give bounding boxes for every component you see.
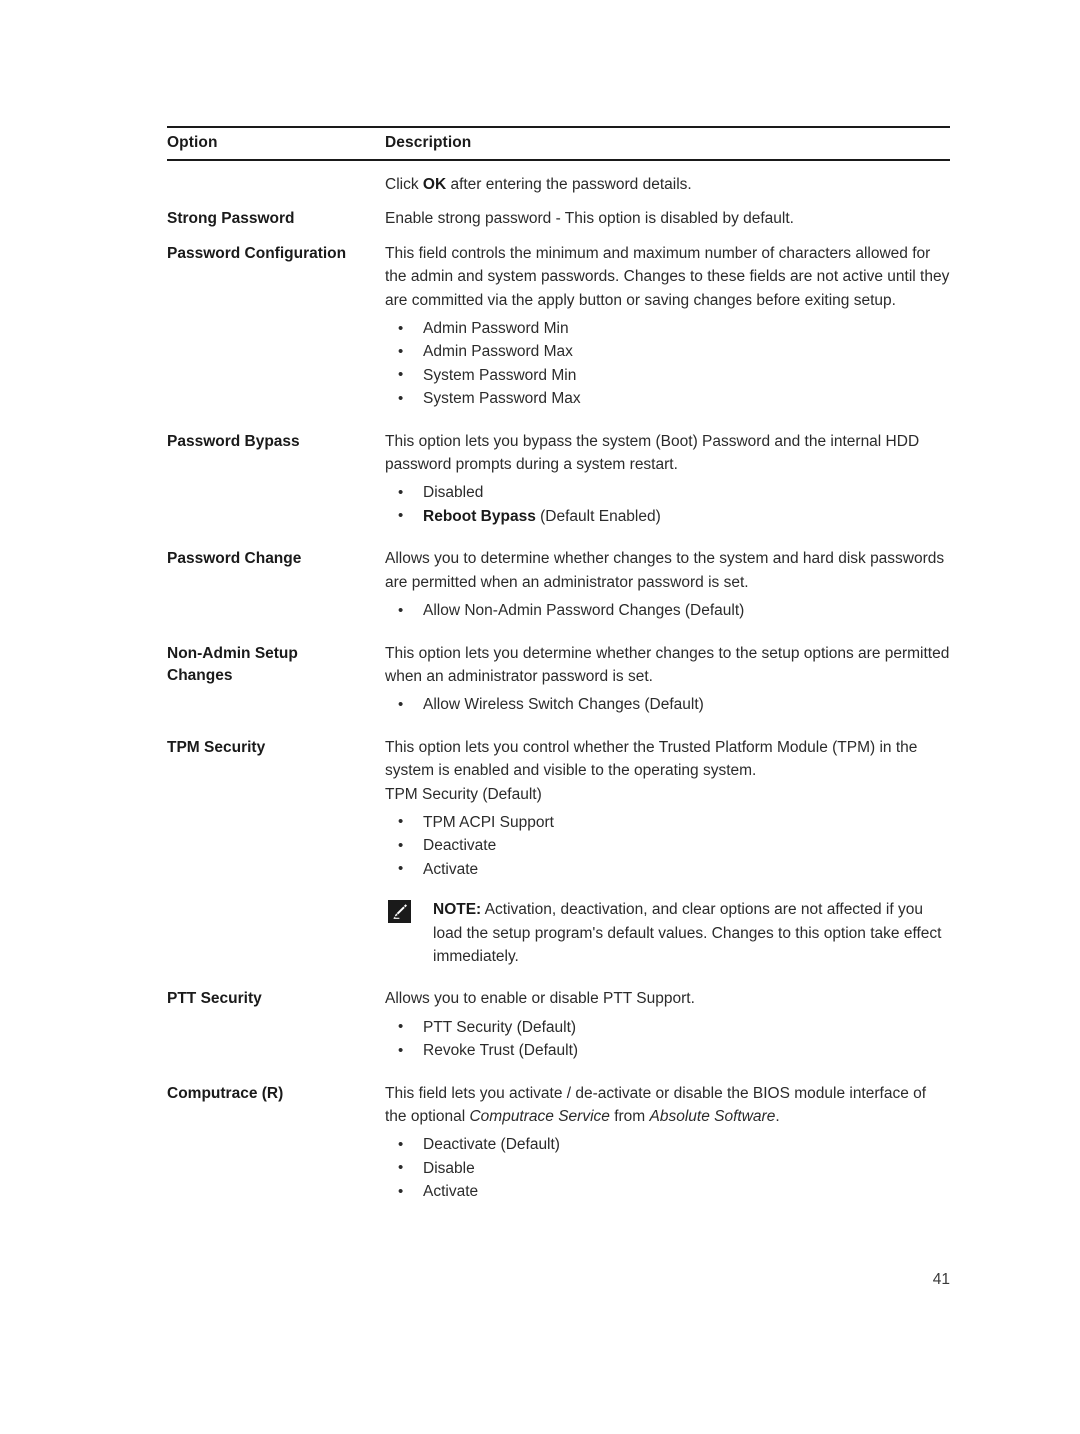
- list-item: Activate: [385, 1180, 950, 1204]
- bullet-list: Disabled Reboot Bypass (Default Enabled): [385, 481, 950, 528]
- document-page: Option Description Click OK after enteri…: [0, 0, 1080, 1434]
- table-row: Computrace (R) This field lets you activ…: [167, 1082, 950, 1204]
- options-table: Option Description Click OK after enteri…: [167, 126, 950, 1204]
- table-row: Password Configuration This field contro…: [167, 242, 950, 411]
- description-part-3: .: [775, 1108, 780, 1125]
- row-option-label: Non-Admin Setup Changes: [167, 642, 385, 687]
- page-number: 41: [932, 1271, 950, 1288]
- note-pencil-icon: [388, 900, 411, 924]
- description-paragraph: This option lets you bypass the system (…: [385, 432, 920, 474]
- description-part-2: from: [609, 1108, 650, 1125]
- list-item: System Password Max: [385, 387, 950, 411]
- row-option-label: TPM Security: [167, 738, 266, 756]
- row-option-label: PTT Security: [167, 990, 262, 1008]
- bullet-list: Admin Password Min Admin Password Max Sy…: [385, 317, 950, 411]
- list-item: PTT Security (Default): [385, 1015, 950, 1039]
- description-paragraph-secondary: TPM Security (Default): [385, 785, 542, 803]
- list-item: Admin Password Max: [385, 340, 950, 364]
- description-paragraph: This option lets you determine whether c…: [385, 644, 950, 685]
- description-paragraph: This field controls the minimum and maxi…: [385, 244, 950, 309]
- list-item-tail: (Default Enabled): [535, 507, 661, 525]
- description-paragraph: Allows you to enable or disable PTT Supp…: [385, 990, 695, 1008]
- list-item: Disable: [385, 1156, 950, 1180]
- list-item-bold-label: Reboot Bypass: [423, 507, 536, 525]
- table-row: Password Change Allows you to determine …: [167, 547, 950, 622]
- column-header-option: Option: [167, 134, 218, 151]
- description-paragraph: This option lets you control whether the…: [385, 738, 918, 780]
- row-option-label: Password Change: [167, 550, 302, 568]
- list-item: Disabled: [385, 481, 950, 505]
- description-italic-computrace-service: Computrace Service: [469, 1108, 610, 1125]
- list-item: Deactivate (Default): [385, 1133, 950, 1157]
- row-description: This option lets you determine whether c…: [385, 642, 950, 717]
- intro-suffix: after entering the password details.: [446, 176, 692, 193]
- bullet-list: PTT Security (Default) Revoke Trust (Def…: [385, 1015, 950, 1063]
- row-description: Enable strong password - This option is …: [385, 207, 950, 230]
- list-item: Reboot Bypass (Default Enabled): [385, 504, 950, 528]
- row-description: Allows you to enable or disable PTT Supp…: [385, 987, 950, 1062]
- note-body: Activation, deactivation, and clear opti…: [433, 901, 942, 965]
- list-item: Allow Wireless Switch Changes (Default): [385, 693, 950, 717]
- list-item: Activate: [385, 857, 950, 881]
- table-row: Strong Password Enable strong password -…: [167, 207, 950, 230]
- row-option-label: [167, 173, 385, 174]
- bullet-list: Allow Wireless Switch Changes (Default): [385, 693, 950, 717]
- list-item: TPM ACPI Support: [385, 810, 950, 834]
- row-description: This field lets you activate / de-activa…: [385, 1082, 950, 1204]
- table-row: TPM Security This option lets you contro…: [167, 736, 950, 969]
- table-row: PTT Security Allows you to enable or dis…: [167, 987, 950, 1062]
- row-option-label: Password Configuration: [167, 244, 347, 262]
- description-paragraph: Allows you to determine whether changes …: [385, 550, 945, 591]
- bullet-list: Allow Non-Admin Password Changes (Defaul…: [385, 599, 950, 623]
- row-description: This option lets you bypass the system (…: [385, 430, 950, 529]
- column-header-description: Description: [385, 134, 472, 151]
- row-option-label: Strong Password: [167, 210, 295, 228]
- row-description: Click OK after entering the password det…: [385, 173, 950, 196]
- intro-bold-ok: OK: [422, 176, 447, 193]
- list-item: Revoke Trust (Default): [385, 1039, 950, 1063]
- list-item: Admin Password Min: [385, 317, 950, 341]
- note-label: NOTE:: [433, 901, 482, 919]
- row-option-label: Password Bypass: [167, 432, 300, 450]
- row-description: This field controls the minimum and maxi…: [385, 242, 950, 411]
- description-paragraph: This field lets you activate / de-activa…: [385, 1082, 950, 1129]
- row-option-label-line1: Non-Admin Setup: [167, 644, 298, 662]
- bullet-list: Deactivate (Default) Disable Activate: [385, 1133, 950, 1204]
- table-row: Click OK after entering the password det…: [167, 173, 950, 196]
- description-italic-absolute-software: Absolute Software: [649, 1108, 776, 1125]
- row-option-label: Computrace (R): [167, 1084, 284, 1102]
- table-row: Password Bypass This option lets you byp…: [167, 430, 950, 529]
- list-item: System Password Min: [385, 363, 950, 387]
- bullet-list: TPM ACPI Support Deactivate Activate: [385, 810, 950, 881]
- description-paragraph: Enable strong password - This option is …: [385, 210, 794, 228]
- intro-prefix: Click: [385, 176, 423, 193]
- row-option-label-line2: Changes: [167, 666, 233, 684]
- list-item: Deactivate: [385, 834, 950, 858]
- note-callout: NOTE: Activation, deactivation, and clea…: [385, 898, 950, 968]
- list-item: Allow Non-Admin Password Changes (Defaul…: [385, 599, 950, 623]
- intro-paragraph: Click OK after entering the password det…: [385, 173, 950, 196]
- note-text: NOTE: Activation, deactivation, and clea…: [433, 898, 950, 968]
- row-description: Allows you to determine whether changes …: [385, 547, 950, 622]
- row-description: This option lets you control whether the…: [385, 736, 950, 969]
- table-header-row: Option Description: [167, 128, 950, 159]
- table-row: Non-Admin Setup Changes This option lets…: [167, 642, 950, 717]
